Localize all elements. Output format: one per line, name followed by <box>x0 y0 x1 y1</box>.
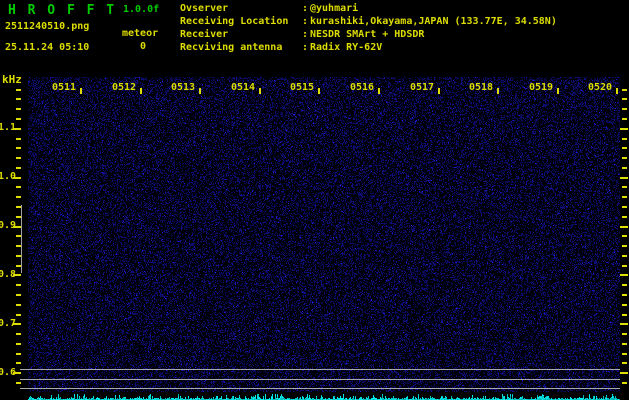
axis-tick <box>16 362 21 364</box>
x-tick-label: 0520 <box>588 82 613 93</box>
x-tick-label: 0517 <box>410 82 435 93</box>
y-tick-label: 1.0 <box>0 171 17 182</box>
axis-tick <box>620 128 628 130</box>
axis-tick <box>616 88 618 94</box>
axis-tick <box>16 216 21 218</box>
axis-tick <box>16 206 21 208</box>
axis-tick <box>620 226 628 228</box>
axis-tick <box>622 245 627 247</box>
y-tick-label: 1.1 <box>0 122 17 133</box>
axis-tick <box>259 88 261 94</box>
axis-tick <box>622 265 627 267</box>
hrofft-window: { "colors": { "accent_green": "#00cc00",… <box>0 0 629 400</box>
x-tick-label: 0515 <box>290 82 315 93</box>
axis-tick <box>16 255 21 257</box>
chart-area: kHz 0511 0512 0513 0514 0515 0516 0517 0… <box>0 0 629 400</box>
axis-tick <box>16 108 21 110</box>
carrier-line <box>20 379 620 380</box>
axis-tick <box>16 343 21 345</box>
axis-tick <box>16 314 21 316</box>
axis-tick <box>622 206 627 208</box>
axis-tick <box>622 304 627 306</box>
axis-tick <box>16 186 21 188</box>
y-tick-label: 0.8 <box>0 269 17 280</box>
axis-tick <box>16 294 21 296</box>
axis-tick <box>622 186 627 188</box>
axis-tick <box>620 274 628 276</box>
axis-tick <box>622 255 627 257</box>
axis-tick <box>199 88 201 94</box>
axis-tick <box>622 343 627 345</box>
axis-tick <box>16 304 21 306</box>
axis-tick <box>622 98 627 100</box>
x-tick-label: 0513 <box>171 82 196 93</box>
axis-tick <box>622 108 627 110</box>
axis-tick <box>622 284 627 286</box>
y-tick-label: 0.7 <box>0 318 17 329</box>
axis-tick <box>557 88 559 94</box>
axis-tick <box>140 88 142 94</box>
y-tick-label: 0.9 <box>0 220 17 231</box>
axis-tick <box>622 314 627 316</box>
axis-tick <box>16 265 21 267</box>
x-tick-label: 0519 <box>529 82 554 93</box>
carrier-line <box>20 369 620 370</box>
axis-tick <box>620 323 628 325</box>
axis-tick <box>16 89 21 91</box>
axis-tick <box>622 235 627 237</box>
axis-tick <box>622 216 627 218</box>
y-tick-label: 0.6 <box>0 367 17 378</box>
axis-tick <box>622 382 627 384</box>
axis-tick <box>622 362 627 364</box>
carrier-line <box>20 388 620 389</box>
axis-tick <box>16 245 21 247</box>
axis-tick <box>497 88 499 94</box>
spectrogram-canvas <box>28 77 620 400</box>
x-tick-label: 0518 <box>469 82 494 93</box>
axis-tick <box>622 167 627 169</box>
axis-tick <box>622 353 627 355</box>
axis-tick <box>622 333 627 335</box>
axis-tick <box>318 88 320 94</box>
axis-tick <box>622 157 627 159</box>
axis-tick <box>16 147 21 149</box>
axis-tick <box>622 118 627 120</box>
left-marker-line <box>21 205 22 273</box>
axis-tick <box>620 177 628 179</box>
axis-tick <box>620 372 628 374</box>
axis-tick <box>16 235 21 237</box>
axis-tick <box>16 196 21 198</box>
x-tick-label: 0511 <box>52 82 77 93</box>
axis-tick <box>622 138 627 140</box>
axis-tick <box>16 333 21 335</box>
axis-tick <box>80 88 82 94</box>
axis-tick <box>16 98 21 100</box>
axis-tick <box>16 284 21 286</box>
axis-tick <box>16 138 21 140</box>
axis-tick <box>16 118 21 120</box>
axis-tick <box>622 196 627 198</box>
axis-tick <box>16 167 21 169</box>
x-tick-label: 0512 <box>112 82 137 93</box>
axis-tick <box>438 88 440 94</box>
axis-tick <box>16 353 21 355</box>
x-tick-label: 0514 <box>231 82 256 93</box>
axis-tick <box>16 157 21 159</box>
y-axis-unit-label: kHz <box>2 73 22 86</box>
x-tick-label: 0516 <box>350 82 375 93</box>
axis-tick <box>378 88 380 94</box>
axis-tick <box>622 294 627 296</box>
axis-tick <box>622 89 627 91</box>
axis-tick <box>622 147 627 149</box>
axis-tick <box>16 382 21 384</box>
